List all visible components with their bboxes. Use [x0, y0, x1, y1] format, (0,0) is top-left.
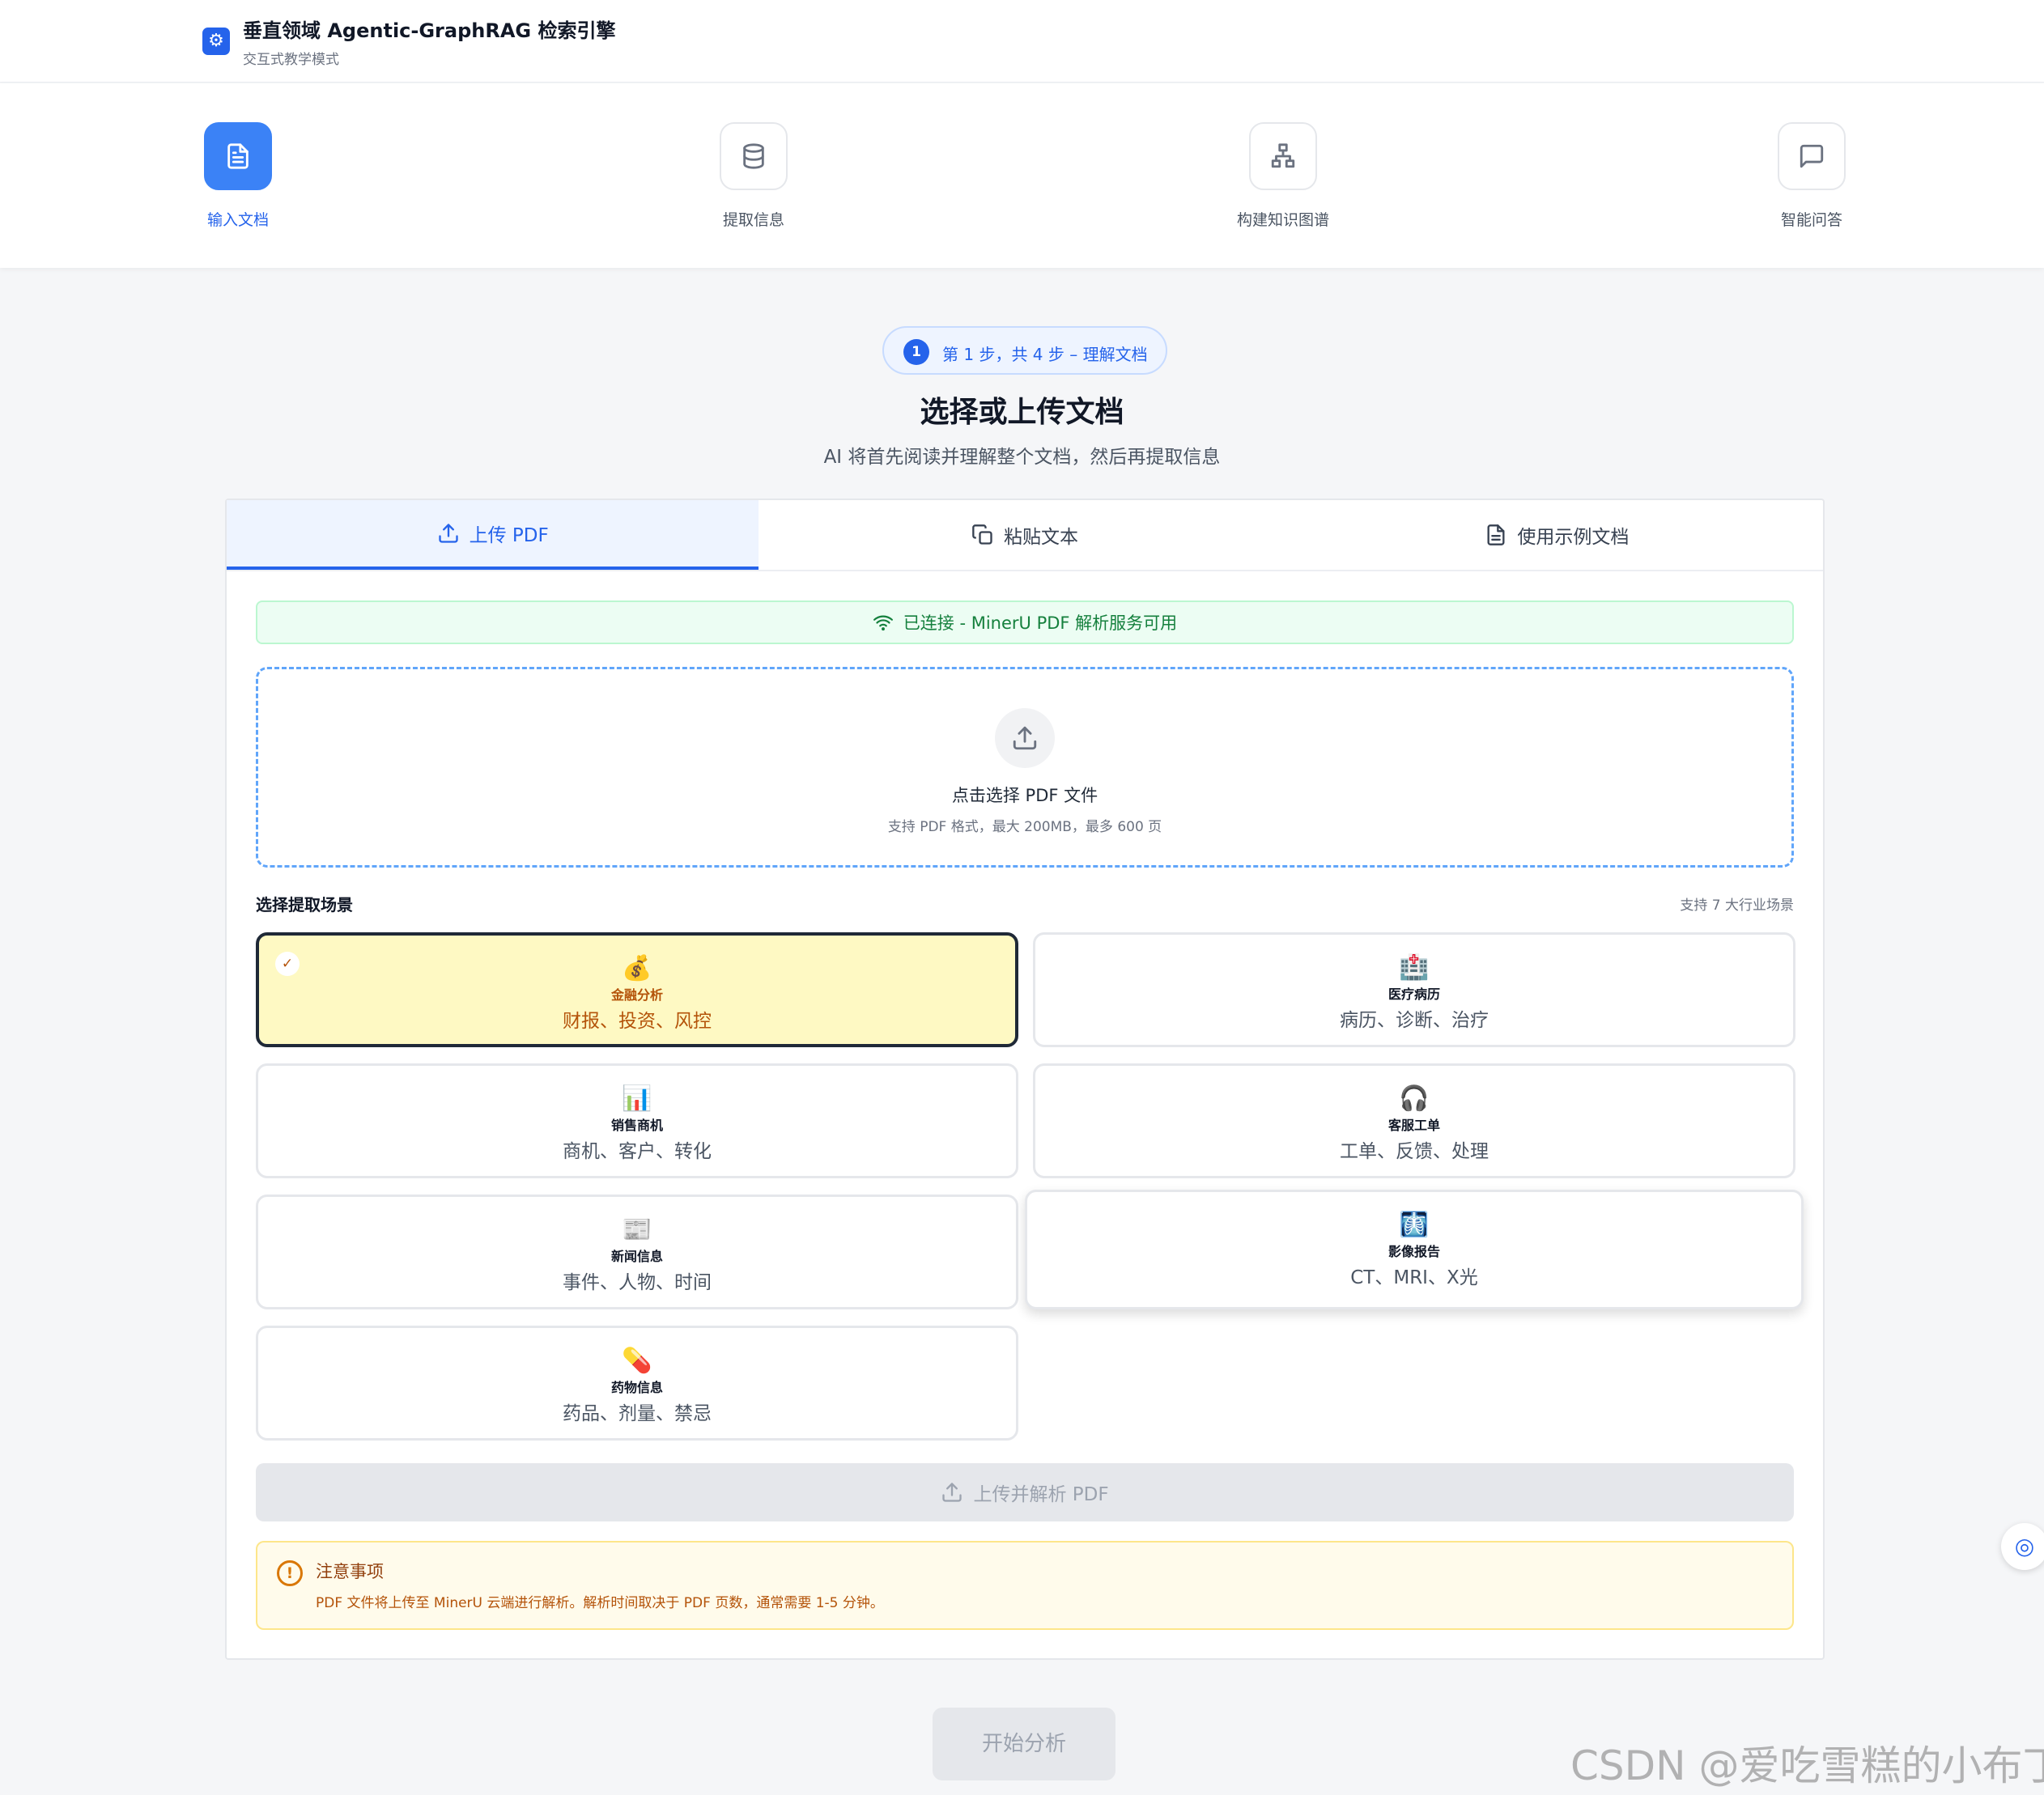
page-title: 选择或上传文档 [920, 396, 1124, 429]
progress-stepper: 输入文档 提取信息 构建知识图谱 智能问答 [0, 83, 2044, 268]
upload-parse-pdf-button[interactable]: 上传并解析 PDF [256, 1463, 1794, 1521]
upload-icon [438, 524, 458, 543]
pdf-dropzone[interactable]: 点击选择 PDF 文件 支持 PDF 格式，最大 200MB，最多 600 页 [256, 667, 1794, 868]
database-icon [720, 122, 788, 190]
step-label: 提取信息 [722, 211, 784, 229]
start-analysis-button[interactable]: 开始分析 [933, 1708, 1115, 1780]
bar-chart-icon: 📊 [622, 1084, 652, 1113]
connection-status-banner: 已连接 - MinerU PDF 解析服务可用 [256, 600, 1794, 644]
money-bag-icon: 💰 [622, 954, 652, 982]
scenario-section-label: 选择提取场景 [256, 895, 353, 914]
scenario-name: 影像报告 [1387, 1244, 1440, 1259]
scenario-name: 金融分析 [610, 987, 663, 1003]
brain-logo-icon: ⚙ [202, 28, 230, 55]
connection-status-text: 已连接 - MinerU PDF 解析服务可用 [903, 613, 1178, 633]
notice-text: PDF 文件将上传至 MinerU 云端进行解析。解析时间取决于 PDF 页数，… [316, 1595, 884, 1611]
step-label: 输入文档 [206, 211, 269, 229]
scenario-finance[interactable]: ✓ 💰 金融分析 财报、投资、风控 [256, 932, 1018, 1047]
step-badge-text: 第 1 步，共 4 步 – 理解文档 [942, 345, 1148, 364]
scenario-desc: CT、MRI、X光 [1350, 1267, 1478, 1288]
upload-icon [995, 708, 1055, 768]
notice-box: ! 注意事项 PDF 文件将上传至 MinerU 云端进行解析。解析时间取决于 … [256, 1541, 1794, 1630]
page-subtitle: AI 将首先阅读并理解整个文档，然后再提取信息 [823, 447, 1221, 468]
tab-upload-pdf[interactable]: 上传 PDF [227, 500, 759, 570]
file-icon [1487, 524, 1505, 545]
scenario-desc: 商机、客户、转化 [563, 1141, 712, 1162]
wifi-icon [873, 615, 893, 631]
scenario-name: 药物信息 [610, 1380, 663, 1395]
document-icon [204, 122, 272, 190]
upload-button-label: 上传并解析 PDF [973, 1484, 1109, 1505]
hospital-icon: 🏥 [1399, 953, 1430, 982]
scenario-desc: 事件、人物、时间 [563, 1272, 712, 1293]
step-qa[interactable]: 智能问答 [1731, 122, 1893, 230]
scenario-name: 医疗病历 [1387, 987, 1440, 1002]
tab-label: 使用示例文档 [1517, 527, 1630, 548]
graph-icon [1249, 122, 1317, 190]
scenario-imaging-report[interactable]: 🩻 影像报告 CT、MRI、X光 [1025, 1190, 1804, 1309]
step-extract-info[interactable]: 提取信息 [673, 122, 835, 230]
document-input-card: 上传 PDF 粘贴文本 使用示例文档 已连接 - MinerU PDF 解析服务… [225, 499, 1825, 1660]
dropzone-hint: 支持 PDF 格式，最大 200MB，最多 600 页 [887, 819, 1162, 835]
headphones-icon: 🎧 [1399, 1084, 1430, 1113]
watermark: CSDN @爱吃雪糕的小布丁 [1570, 1742, 2044, 1789]
chat-icon [1778, 122, 1846, 190]
pill-icon: 💊 [622, 1347, 652, 1375]
check-icon: ✓ [275, 952, 300, 976]
input-tabs: 上传 PDF 粘贴文本 使用示例文档 [227, 500, 1823, 571]
xray-icon: 🩻 [1399, 1211, 1430, 1239]
scenario-desc: 病历、诊断、治疗 [1340, 1010, 1489, 1031]
scenario-customer-service[interactable]: 🎧 客服工单 工单、反馈、处理 [1033, 1063, 1795, 1178]
scenario-drug-info[interactable]: 💊 药物信息 药品、剂量、禁忌 [256, 1326, 1018, 1441]
copy-icon [972, 524, 992, 545]
scenario-count: 支持 7 大行业场景 [1680, 898, 1794, 914]
scenario-name: 客服工单 [1387, 1118, 1440, 1133]
scenario-sales[interactable]: 📊 销售商机 商机、客户、转化 [256, 1063, 1018, 1178]
app-header: ⚙ 垂直领域 Agentic-GraphRAG 检索引擎 交互式教学模式 [0, 0, 2044, 83]
tab-label: 上传 PDF [469, 525, 549, 546]
assistant-float-icon[interactable]: ◎ [2001, 1523, 2044, 1570]
app-title: 垂直领域 Agentic-GraphRAG 检索引擎 [243, 19, 616, 42]
step-build-graph[interactable]: 构建知识图谱 [1202, 122, 1364, 230]
tab-paste-text[interactable]: 粘贴文本 [759, 500, 1290, 570]
step-number: 1 [903, 339, 929, 365]
scenario-name: 销售商机 [610, 1118, 663, 1133]
alert-circle-icon: ! [277, 1560, 303, 1586]
step-label: 构建知识图谱 [1236, 211, 1329, 229]
tab-label: 粘贴文本 [1003, 527, 1078, 548]
upload-icon [942, 1483, 963, 1502]
app-subtitle: 交互式教学模式 [243, 52, 339, 68]
step-input-document[interactable]: 输入文档 [157, 122, 319, 230]
step-badge: 1 第 1 步，共 4 步 – 理解文档 [882, 326, 1167, 375]
scenario-desc: 财报、投资、风控 [563, 1011, 712, 1032]
step-label: 智能问答 [1780, 211, 1842, 229]
scenario-desc: 工单、反馈、处理 [1340, 1141, 1489, 1162]
newspaper-icon: 📰 [622, 1216, 652, 1244]
scenario-name: 新闻信息 [610, 1249, 663, 1264]
scenario-desc: 药品、剂量、禁忌 [563, 1403, 712, 1424]
scenario-medical[interactable]: 🏥 医疗病历 病历、诊断、治疗 [1033, 932, 1795, 1047]
dropzone-title: 点击选择 PDF 文件 [951, 786, 1098, 805]
tab-sample-document[interactable]: 使用示例文档 [1291, 500, 1823, 570]
notice-title: 注意事项 [316, 1562, 384, 1581]
scenario-news[interactable]: 📰 新闻信息 事件、人物、时间 [256, 1195, 1018, 1309]
